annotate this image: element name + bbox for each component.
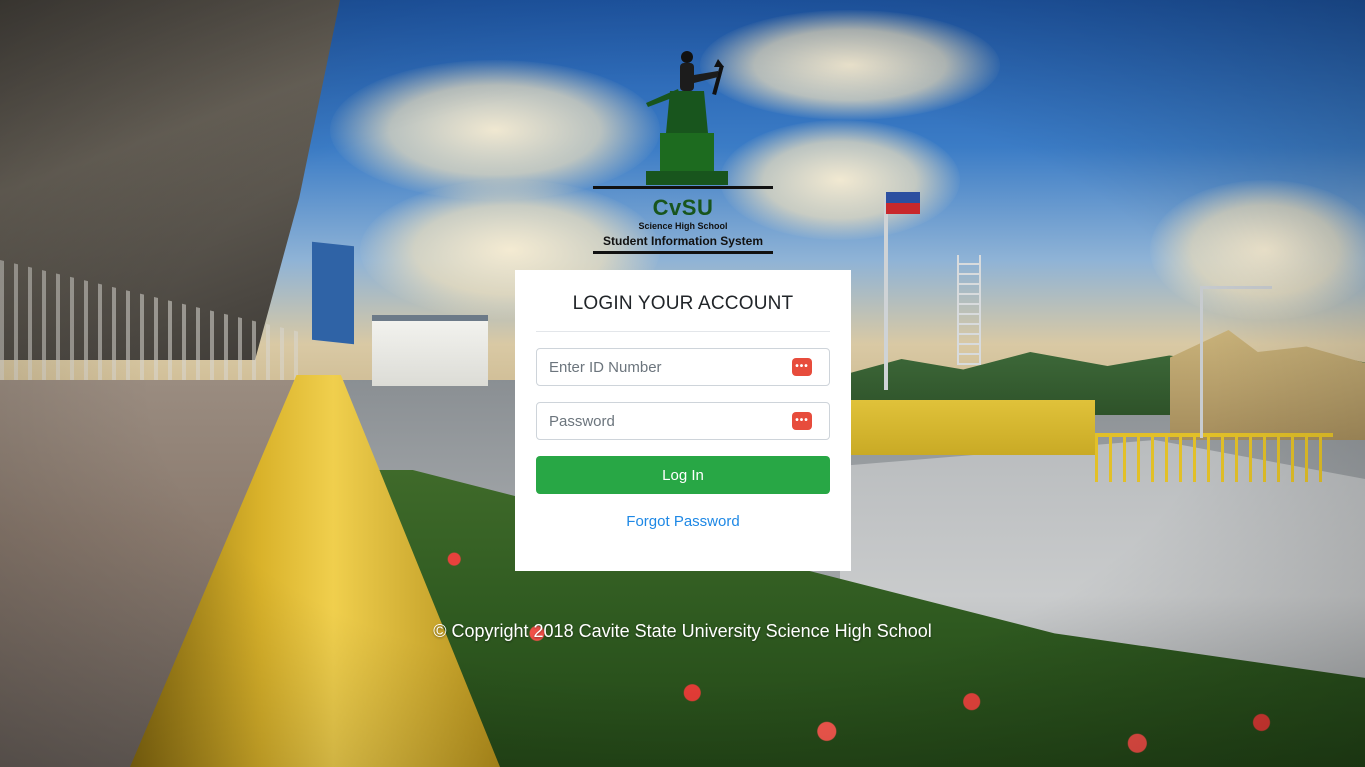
statue-icon xyxy=(646,51,728,185)
id-number-field[interactable]: ••• xyxy=(536,348,830,386)
login-button[interactable]: Log In xyxy=(536,456,830,494)
password-manager-icon[interactable]: ••• xyxy=(792,358,812,376)
login-card: LOGIN YOUR ACCOUNT ••• ••• Log In Forgot… xyxy=(515,270,851,571)
password-input[interactable] xyxy=(537,403,789,439)
id-number-input[interactable] xyxy=(537,349,789,385)
password-manager-icon[interactable]: ••• xyxy=(792,412,812,430)
logo-rule-top xyxy=(593,186,773,189)
password-field[interactable]: ••• xyxy=(536,402,830,440)
login-page: CvSU Science High School Student Informa… xyxy=(0,0,1365,767)
card-divider xyxy=(536,331,830,332)
logo-subtitle: Science High School xyxy=(638,221,728,231)
login-title: LOGIN YOUR ACCOUNT xyxy=(572,293,794,314)
logo-rule-bottom xyxy=(593,251,773,254)
copyright-text: © Copyright 2018 Cavite State University… xyxy=(433,621,932,641)
logo-system-name: Student Information System xyxy=(602,234,763,248)
logo-brand: CvSU xyxy=(652,195,714,220)
school-logo: CvSU Science High School Student Informa… xyxy=(590,45,776,257)
forgot-password-link[interactable]: Forgot Password xyxy=(536,513,830,530)
